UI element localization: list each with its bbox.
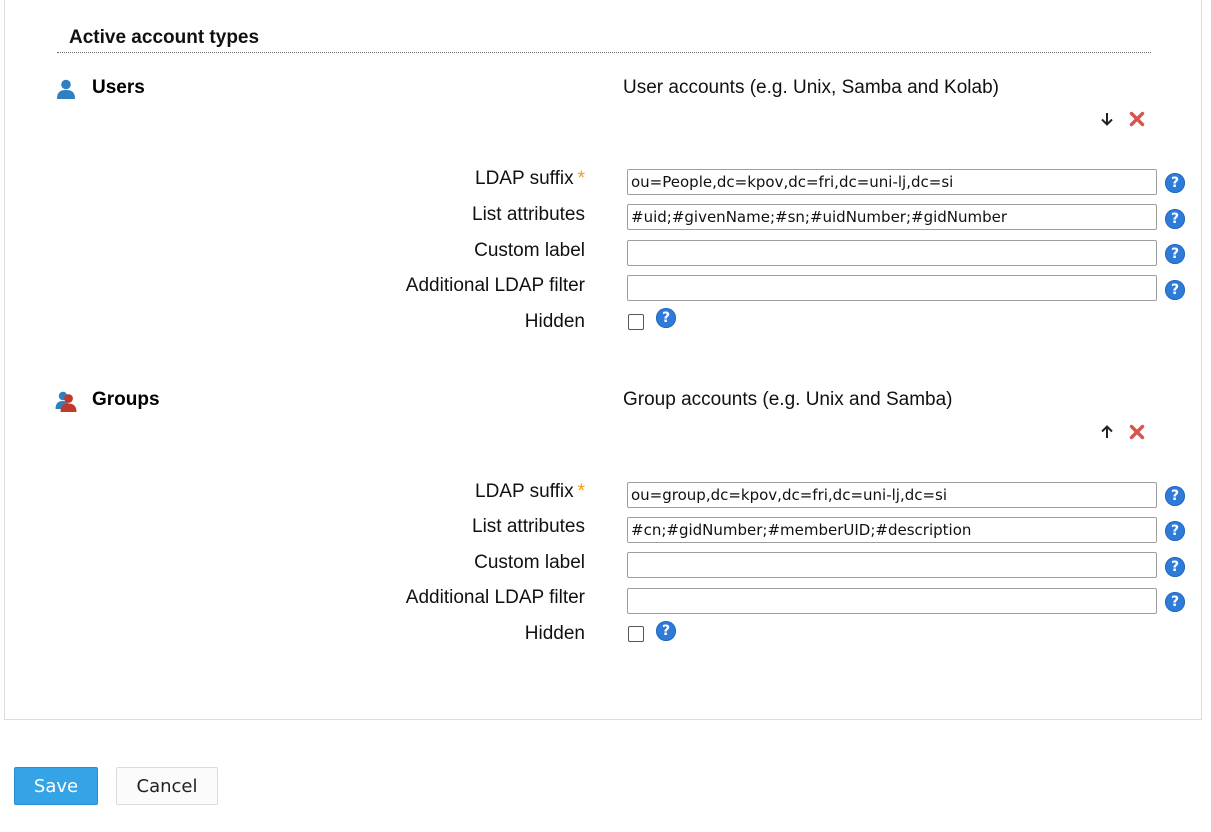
- custom-label-label: Custom label: [474, 240, 585, 261]
- ldap-suffix-input[interactable]: [627, 169, 1157, 195]
- help-icon[interactable]: ?: [1165, 592, 1185, 612]
- cancel-button[interactable]: Cancel: [116, 767, 218, 805]
- help-icon[interactable]: ?: [656, 308, 676, 328]
- delete-account-type-button[interactable]: [1127, 422, 1147, 442]
- hidden-label: Hidden: [524, 623, 585, 644]
- help-icon[interactable]: ?: [1165, 486, 1185, 506]
- ldap-suffix-label: LDAP suffix *: [475, 168, 585, 189]
- ldap-suffix-label: LDAP suffix *: [475, 481, 585, 502]
- help-icon[interactable]: ?: [1165, 280, 1185, 300]
- help-icon[interactable]: ?: [656, 621, 676, 641]
- user-icon: [57, 79, 75, 99]
- account-type-description: User accounts (e.g. Unix, Samba and Kola…: [623, 77, 999, 98]
- arrow-down-icon: [1101, 113, 1113, 126]
- help-icon[interactable]: ?: [1165, 521, 1185, 541]
- list-attributes-input[interactable]: [627, 204, 1157, 230]
- additional-ldap-filter-label: Additional LDAP filter: [405, 587, 585, 608]
- delete-icon: [1129, 111, 1145, 127]
- account-type-description: Group accounts (e.g. Unix and Samba): [623, 389, 953, 410]
- required-marker: *: [577, 168, 585, 189]
- hidden-label: Hidden: [524, 311, 585, 332]
- required-marker: *: [577, 481, 585, 502]
- hidden-checkbox[interactable]: [628, 314, 644, 330]
- ldap-suffix-input[interactable]: [627, 482, 1157, 508]
- move-down-button[interactable]: [1097, 109, 1117, 129]
- delete-account-type-button[interactable]: [1127, 109, 1147, 129]
- custom-label-input[interactable]: [627, 240, 1157, 266]
- additional-ldap-filter-input[interactable]: [627, 588, 1157, 614]
- delete-icon: [1129, 424, 1145, 440]
- group-icon: [55, 391, 77, 412]
- custom-label-input[interactable]: [627, 552, 1157, 578]
- hidden-checkbox[interactable]: [628, 626, 644, 642]
- help-icon[interactable]: ?: [1165, 557, 1185, 577]
- help-icon[interactable]: ?: [1165, 209, 1185, 229]
- account-type-name: Groups: [92, 389, 160, 410]
- custom-label-label: Custom label: [474, 552, 585, 573]
- list-attributes-input[interactable]: [627, 517, 1157, 543]
- section-divider: [57, 52, 1151, 53]
- save-button[interactable]: Save: [14, 767, 98, 805]
- additional-ldap-filter-input[interactable]: [627, 275, 1157, 301]
- move-up-button[interactable]: [1097, 422, 1117, 442]
- arrow-up-icon: [1101, 425, 1113, 438]
- help-icon[interactable]: ?: [1165, 173, 1185, 193]
- help-icon[interactable]: ?: [1165, 244, 1185, 264]
- account-type-name: Users: [92, 77, 145, 98]
- list-attributes-label: List attributes: [472, 204, 585, 225]
- additional-ldap-filter-label: Additional LDAP filter: [405, 275, 585, 296]
- section-title: Active account types: [69, 27, 260, 48]
- list-attributes-label: List attributes: [472, 516, 585, 537]
